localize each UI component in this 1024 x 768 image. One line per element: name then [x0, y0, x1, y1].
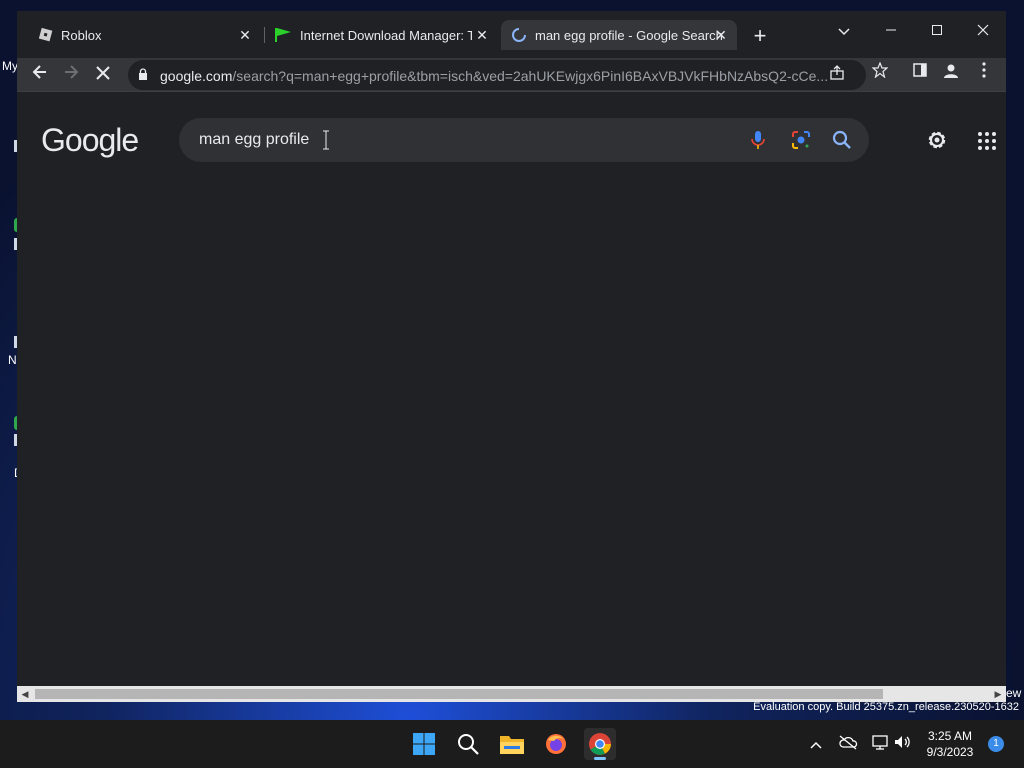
- volume-button[interactable]: [893, 734, 913, 754]
- tab-divider: [264, 27, 265, 43]
- back-button[interactable]: [27, 61, 53, 87]
- maximize-button[interactable]: [917, 17, 957, 45]
- active-app-indicator: [594, 757, 606, 760]
- google-lens-icon[interactable]: [790, 129, 812, 151]
- stop-loading-button[interactable]: [90, 61, 116, 87]
- minimize-button[interactable]: [871, 17, 911, 45]
- maximize-icon: [932, 25, 942, 35]
- scroll-left-arrow-icon[interactable]: ◀: [19, 688, 31, 700]
- google-logo[interactable]: Google: [41, 122, 139, 159]
- menu-button[interactable]: [972, 62, 996, 86]
- taskbar-search-button[interactable]: [452, 728, 484, 760]
- tab-search-button[interactable]: [824, 17, 864, 45]
- chevron-down-icon: [838, 28, 850, 36]
- horizontal-scrollbar[interactable]: ◀ ▶: [17, 686, 1006, 702]
- star-icon: [871, 61, 889, 79]
- close-window-button[interactable]: [963, 17, 1003, 45]
- new-tab-button[interactable]: +: [750, 25, 770, 47]
- text-cursor-icon: [323, 130, 329, 150]
- page-content: Google man egg profile: [17, 91, 1006, 688]
- browser-window: Roblox ✕ Internet Download Manager: The …: [17, 11, 1006, 702]
- search-box[interactable]: man egg profile: [179, 118, 869, 162]
- roblox-icon: [38, 27, 53, 42]
- scrollbar-thumb[interactable]: [35, 689, 883, 699]
- tab-title: Roblox: [61, 27, 102, 43]
- folder-icon: [500, 736, 524, 754]
- address-url[interactable]: google.com/search?q=man+egg+profile&tbm=…: [160, 68, 828, 84]
- side-panel-button[interactable]: [908, 62, 932, 86]
- system-clock[interactable]: 3:25 AM 9/3/2023: [920, 728, 980, 760]
- side-panel-icon: [913, 63, 927, 77]
- network-button[interactable]: [870, 734, 890, 754]
- share-icon: [830, 65, 844, 80]
- microphone-icon[interactable]: [747, 129, 769, 151]
- tab-strip: Roblox ✕ Internet Download Manager: The …: [17, 11, 1006, 58]
- show-hidden-icons-button[interactable]: [806, 734, 826, 754]
- google-apps-icon[interactable]: [977, 131, 997, 151]
- search-input[interactable]: man egg profile: [199, 131, 309, 149]
- network-icon: [872, 735, 888, 750]
- tab-title: man egg profile - Google Search: [535, 27, 723, 43]
- gear-icon[interactable]: [925, 128, 949, 152]
- search-icon[interactable]: [831, 129, 853, 151]
- stop-icon: [96, 66, 110, 80]
- profile-button[interactable]: [939, 62, 963, 86]
- address-bar[interactable]: google.com/search?q=man+egg+profile&tbm=…: [128, 60, 866, 90]
- cloud-off-icon: [839, 735, 858, 750]
- taskbar: 3:25 AM 9/3/2023 1: [0, 720, 1024, 768]
- chrome-icon: [589, 733, 611, 755]
- arrow-right-icon: [65, 65, 79, 79]
- browser-toolbar: google.com/search?q=man+egg+profile&tbm=…: [17, 58, 1006, 91]
- chrome-button[interactable]: [584, 728, 616, 760]
- windows-logo-icon: [413, 733, 435, 755]
- close-tab-icon[interactable]: ✕: [474, 27, 490, 43]
- chevron-up-icon: [810, 741, 822, 749]
- close-tab-icon[interactable]: ✕: [237, 27, 253, 43]
- clock-time: 3:25 AM: [927, 729, 973, 743]
- tab-idm[interactable]: Internet Download Manager: The ✕: [266, 20, 498, 50]
- forward-button[interactable]: [58, 61, 84, 87]
- desktop-edge-text: ew: [1006, 686, 1022, 700]
- evaluation-watermark: Evaluation copy. Build 25375.zn_release.…: [753, 701, 1019, 713]
- arrow-left-icon: [32, 65, 46, 79]
- green-flag-icon: [275, 28, 291, 42]
- person-icon: [944, 64, 958, 78]
- onedrive-button[interactable]: [838, 734, 858, 754]
- file-explorer-button[interactable]: [496, 728, 528, 760]
- tab-roblox[interactable]: Roblox ✕: [29, 20, 261, 50]
- close-icon: [977, 24, 989, 36]
- minimize-icon: [886, 29, 896, 31]
- share-button[interactable]: [827, 65, 847, 85]
- kebab-menu-icon: [982, 62, 986, 78]
- speaker-icon: [895, 736, 910, 748]
- start-button[interactable]: [408, 728, 440, 760]
- notification-badge[interactable]: 1: [988, 736, 1004, 752]
- address-path: /search?q=man+egg+profile&tbm=isch&ved=2…: [232, 68, 829, 84]
- scroll-right-arrow-icon[interactable]: ▶: [992, 688, 1004, 700]
- firefox-icon: [546, 734, 566, 754]
- search-icon: [458, 734, 479, 755]
- loading-spinner-icon: [512, 28, 526, 42]
- desktop-icon-label[interactable]: My: [2, 59, 18, 73]
- tab-title: Internet Download Manager: The: [300, 27, 472, 43]
- lock-icon[interactable]: [138, 68, 148, 80]
- desktop-icon-label[interactable]: N: [8, 353, 17, 367]
- tab-google-search[interactable]: man egg profile - Google Search ✕: [501, 20, 737, 50]
- address-host: google.com: [160, 68, 233, 84]
- close-tab-icon[interactable]: ✕: [713, 27, 729, 43]
- clock-date: 9/3/2023: [926, 745, 974, 759]
- bookmark-button[interactable]: [868, 61, 892, 86]
- firefox-button[interactable]: [540, 728, 572, 760]
